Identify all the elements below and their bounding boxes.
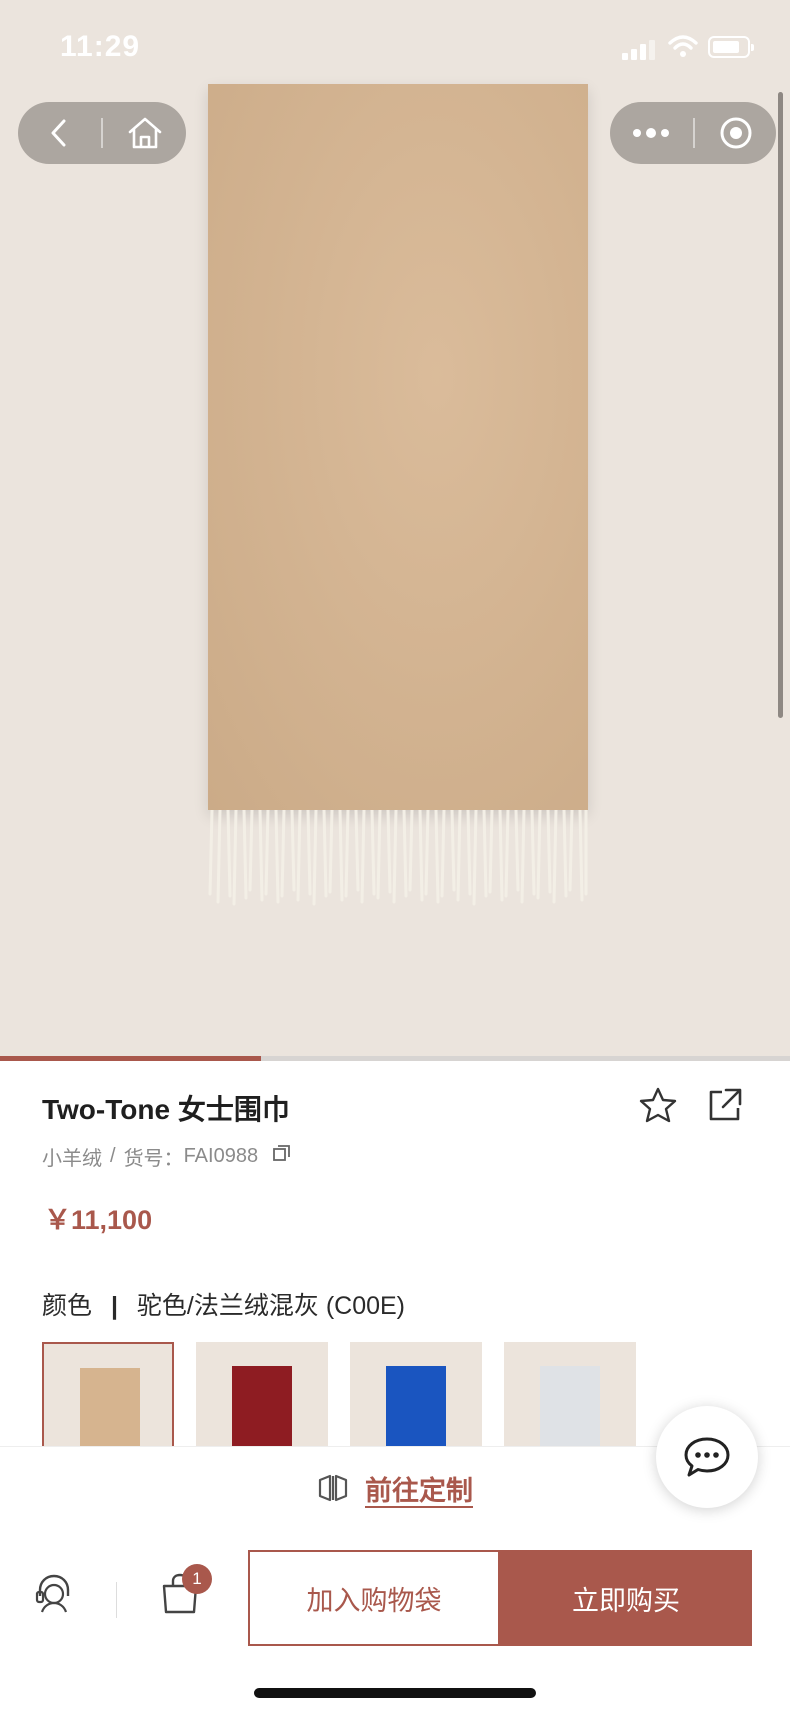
product-price: ￥11,100 <box>44 1205 153 1235</box>
back-button[interactable] <box>18 102 100 164</box>
product-material: 小羊绒 <box>42 1148 102 1170</box>
close-miniprogram-button[interactable] <box>696 102 776 164</box>
cart-count-badge: 1 <box>182 1564 212 1594</box>
product-title: Two-Tone 女士围巾 <box>42 1094 290 1125</box>
home-icon <box>128 117 162 149</box>
nav-capsule-left <box>18 102 186 164</box>
customize-label: 前往定制 <box>365 1475 473 1506</box>
customer-service-button[interactable] <box>32 1572 76 1621</box>
image-progress <box>0 1056 790 1061</box>
page-scrollbar[interactable] <box>778 92 783 718</box>
home-indicator <box>254 1688 536 1698</box>
product-meta: 小羊绒 / 货号： FAI0988 <box>42 1142 292 1171</box>
scarf-image <box>208 84 588 810</box>
swatch-scarf-thumbnail <box>386 1366 446 1448</box>
copy-icon <box>273 1144 290 1161</box>
status-time: 11:29 <box>60 30 141 63</box>
color-value: 驼色/法兰绒混灰 (C00E) <box>136 1292 406 1320</box>
battery-icon <box>708 36 754 58</box>
nav-capsule-right <box>610 102 776 164</box>
chat-button[interactable] <box>656 1406 758 1508</box>
add-to-bag-button[interactable]: 加入购物袋 <box>248 1550 500 1646</box>
signal-icon <box>622 38 655 60</box>
target-icon <box>720 117 752 149</box>
status-bar: 11:29 <box>0 0 790 96</box>
share-button[interactable] <box>706 1086 744 1129</box>
customize-icon <box>318 1474 348 1502</box>
swatch-scarf-thumbnail <box>80 1368 140 1448</box>
divider <box>116 1582 117 1618</box>
share-icon <box>709 1088 742 1121</box>
back-icon <box>51 119 66 147</box>
color-swatch-burgundy[interactable] <box>196 1342 328 1448</box>
swatch-scarf-thumbnail <box>540 1366 600 1448</box>
color-label: 颜色 <box>42 1292 93 1320</box>
swatch-scarf-thumbnail <box>232 1366 292 1448</box>
chat-icon <box>684 1437 730 1477</box>
color-selection-label: 颜色 | 驼色/法兰绒混灰 (C00E) <box>42 1286 405 1322</box>
color-swatch-light-grey[interactable] <box>504 1342 636 1448</box>
color-swatch-list <box>42 1342 642 1448</box>
color-divider: | <box>110 1292 118 1320</box>
more-icon <box>633 128 669 138</box>
color-swatch-camel[interactable] <box>42 1342 174 1448</box>
color-swatch-blue[interactable] <box>350 1342 482 1448</box>
copy-sku-button[interactable] <box>272 1144 292 1170</box>
buy-now-button[interactable]: 立即购买 <box>500 1550 752 1646</box>
wifi-icon <box>668 35 698 57</box>
image-progress-fill <box>0 1056 261 1061</box>
star-icon <box>639 1087 677 1123</box>
scarf-fringe <box>208 810 588 906</box>
sku-value: FAI0988 <box>183 1145 259 1167</box>
bottom-action-bar: 1 加入购物袋 立即购买 <box>0 1528 790 1710</box>
more-button[interactable] <box>610 102 692 164</box>
sku-label: 货号： <box>123 1148 184 1170</box>
favorite-button[interactable] <box>638 1086 678 1129</box>
service-icon <box>35 1574 70 1613</box>
home-button[interactable] <box>104 102 186 164</box>
